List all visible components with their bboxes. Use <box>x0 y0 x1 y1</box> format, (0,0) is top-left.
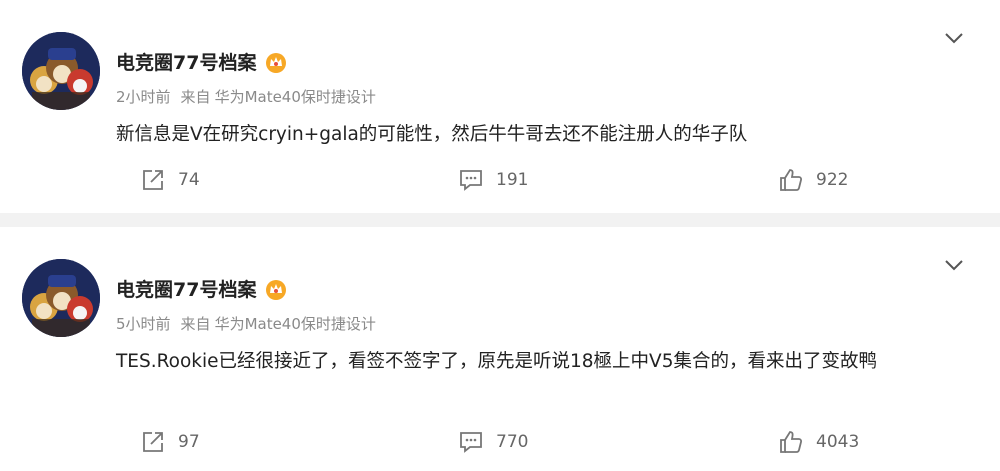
source-prefix: 来自 <box>180 88 211 106</box>
like-count: 4043 <box>816 432 860 452</box>
post-content: 新信息是V在研究cryin+gala的可能性，然后牛牛哥去还不能注册人的华子队 <box>116 124 748 145</box>
like-count: 922 <box>816 170 849 190</box>
crown-icon <box>266 279 287 300</box>
username-row: 电竞圈77号档案 <box>116 275 288 302</box>
comment-icon <box>460 170 482 191</box>
like-button[interactable]: 922 <box>778 167 848 193</box>
thumbs-up-icon <box>780 169 803 191</box>
comment-icon <box>460 432 482 453</box>
timestamp[interactable]: 2小时前 <box>116 88 171 106</box>
post-content: TES.Rookie已经很接近了，看签不签字了，原先是听说18極上中V5集合的，… <box>116 351 877 372</box>
username-row: 电竞圈77号档案 <box>116 48 288 75</box>
repost-button[interactable]: 74 <box>140 167 200 193</box>
repost-count: 97 <box>178 432 200 452</box>
comment-count: 770 <box>496 432 529 452</box>
chevron-down-icon[interactable] <box>944 32 964 44</box>
share-icon <box>143 432 163 452</box>
post-card: 电竞圈77号档案 5小时前 来自 华为Mate40保时捷设计 TES.Rookie已… <box>0 227 1000 471</box>
action-bar: 74 191 922 <box>0 167 1000 197</box>
weibo-feed: 电竞圈77号档案 2小时前 来自 华为Mate40保时捷设计 新信息是V在研究cry… <box>0 0 1000 471</box>
post-meta: 2小时前 来自 华为Mate40保时捷设计 <box>116 86 376 107</box>
timestamp[interactable]: 5小时前 <box>116 315 171 333</box>
avatar[interactable] <box>22 32 100 110</box>
share-icon <box>143 170 163 190</box>
comment-button[interactable]: 770 <box>458 429 528 455</box>
source-device: 华为Mate40保时捷设计 <box>214 315 376 333</box>
like-button[interactable]: 4043 <box>778 429 859 455</box>
comment-button[interactable]: 191 <box>458 167 528 193</box>
avatar[interactable] <box>22 259 100 337</box>
chevron-down-icon[interactable] <box>944 259 964 271</box>
source-device: 华为Mate40保时捷设计 <box>214 88 376 106</box>
comment-count: 191 <box>496 170 529 190</box>
thumbs-up-icon <box>780 431 803 453</box>
post-meta: 5小时前 来自 华为Mate40保时捷设计 <box>116 313 376 334</box>
post-card: 电竞圈77号档案 2小时前 来自 华为Mate40保时捷设计 新信息是V在研究cry… <box>0 0 1000 213</box>
username[interactable]: 电竞圈77号档案 <box>116 48 256 75</box>
repost-count: 74 <box>178 170 200 190</box>
action-bar: 97 770 4043 <box>0 429 1000 459</box>
source-prefix: 来自 <box>180 315 211 333</box>
username[interactable]: 电竞圈77号档案 <box>116 275 256 302</box>
repost-button[interactable]: 97 <box>140 429 200 455</box>
crown-icon <box>266 52 287 73</box>
